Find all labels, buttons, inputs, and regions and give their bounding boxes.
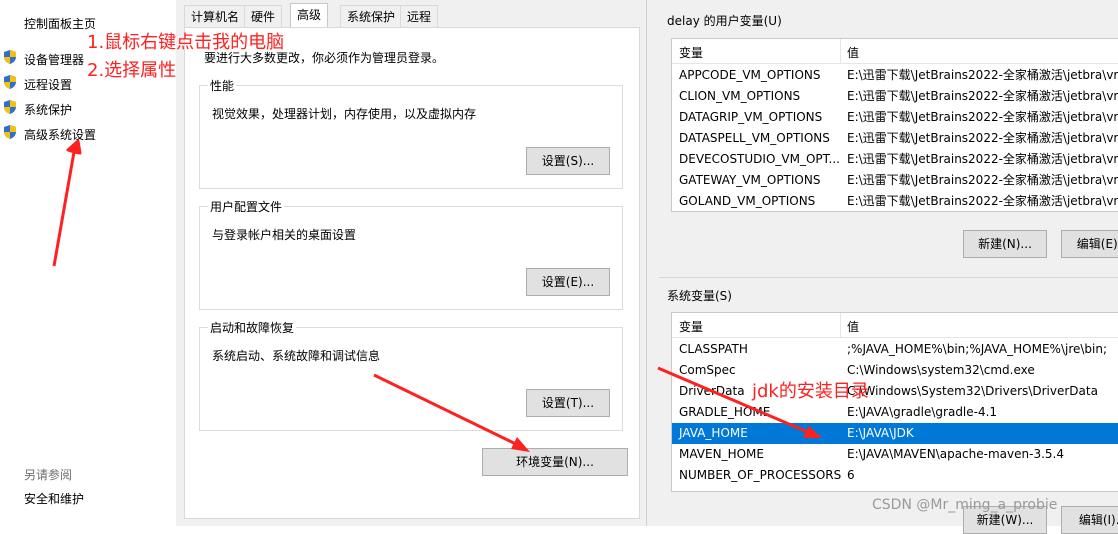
annotation-step1: 1.鼠标右键点击我的电脑: [87, 32, 285, 53]
annotation-step2: 2.选择属性: [87, 60, 177, 81]
arrow-to-env-button-head: [511, 437, 530, 452]
watermark: CSDN @Mr_ming_a_probie: [872, 497, 1058, 513]
annotation-jdk-dir: jdk的安装目录: [752, 381, 869, 402]
arrow-to-env-button: [373, 373, 521, 448]
arrow-to-advanced-settings: [52, 139, 82, 267]
